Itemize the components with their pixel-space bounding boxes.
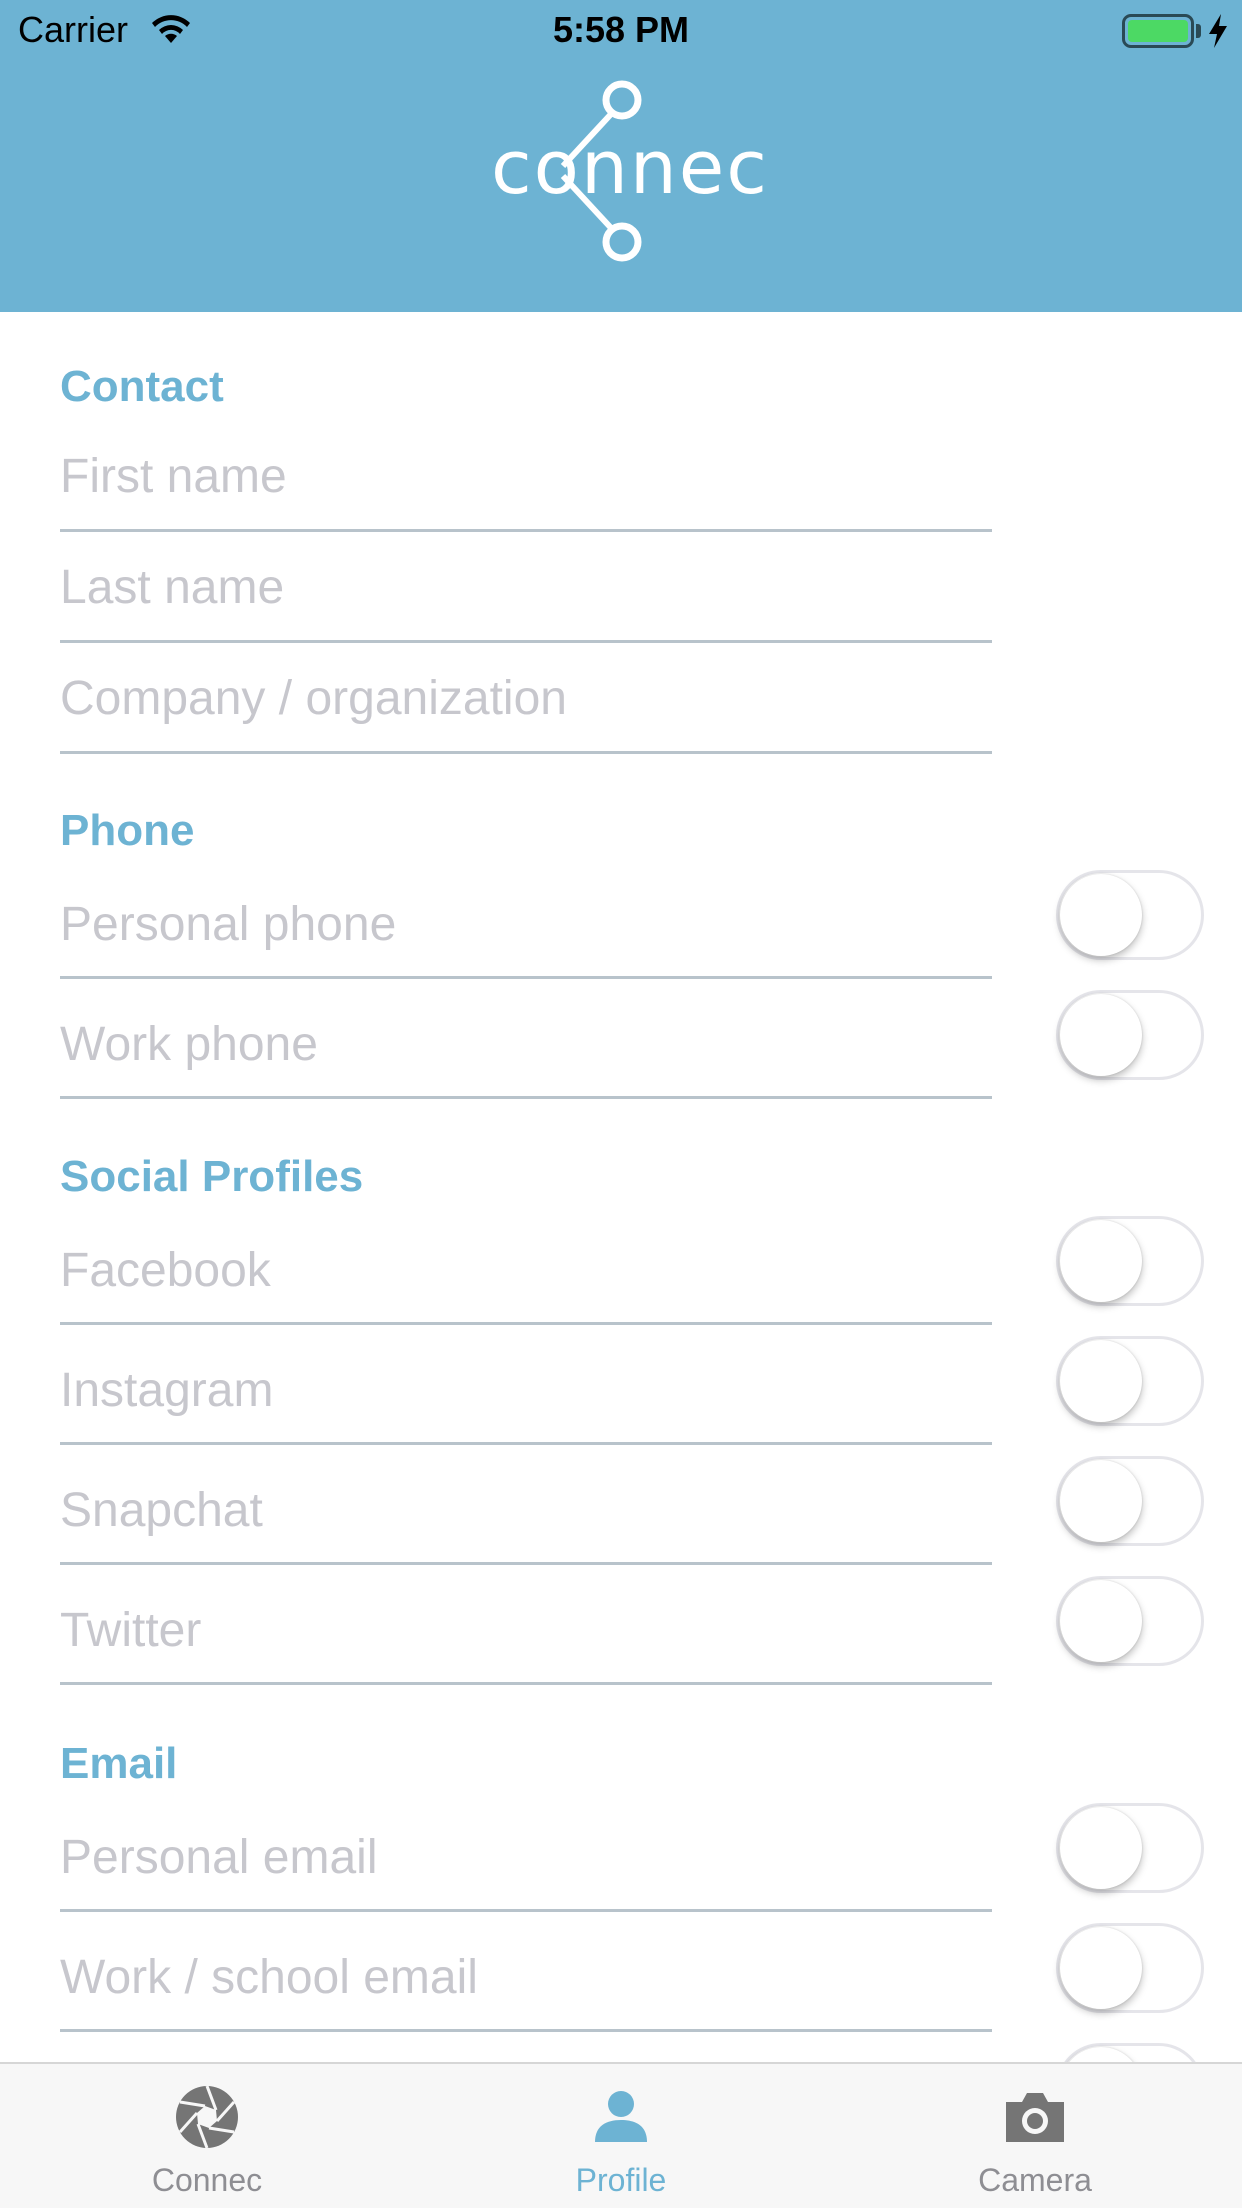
tab-label-profile: Profile [575,2162,667,2198]
field-underline [60,1442,992,1445]
field-underline [60,1096,992,1099]
app-header: Carrier 5:58 PM connec [0,0,1242,312]
tab-connec[interactable]: Connec [0,2064,414,2208]
last-name-field[interactable] [60,560,992,615]
field-underline [60,1322,992,1325]
section-title-phone: Phone [60,806,195,855]
snapchat-field[interactable] [60,1483,992,1538]
toggle-knob [1060,1220,1142,1302]
tab-camera[interactable]: Camera [828,2064,1242,2208]
personal-email-toggle[interactable] [1056,1803,1204,1893]
instagram-field[interactable] [60,1363,992,1418]
personal-phone-input[interactable] [60,897,992,952]
tab-label-connec: Connec [151,2162,263,2198]
twitter-toggle[interactable] [1056,1576,1204,1666]
toggle-knob [1060,1460,1142,1542]
personal-email-field[interactable] [60,1830,992,1885]
personal-email-input[interactable] [60,1830,992,1885]
toggle-knob [1060,874,1142,956]
toggle-knob [1060,1580,1142,1662]
work-phone-input[interactable] [60,1017,992,1072]
first-name-field[interactable] [60,449,992,504]
section-title-email: Email [60,1739,178,1788]
app-logo: connec [480,70,780,270]
profile-form: Contact Phone Social Profiles [0,312,1242,2062]
facebook-toggle[interactable] [1056,1216,1204,1306]
field-underline [60,1682,992,1685]
charging-bolt-icon [1209,14,1227,48]
twitter-input[interactable] [60,1603,992,1658]
field-underline [60,1909,992,1912]
tab-label-camera: Camera [978,2162,1092,2198]
last-name-input[interactable] [60,560,992,615]
field-underline [60,640,992,643]
camera-icon [1006,2093,1064,2142]
toggle-knob [1060,1927,1142,2009]
toggle-knob [1060,1807,1142,1889]
section-title-contact: Contact [60,362,224,411]
personal-phone-field[interactable] [60,897,992,952]
company-input[interactable] [60,671,992,726]
person-icon [595,2091,647,2142]
tab-profile[interactable]: Profile [414,2064,828,2208]
work-email-toggle[interactable] [1056,1923,1204,2013]
instagram-toggle[interactable] [1056,1336,1204,1426]
work-email-field[interactable] [60,1950,992,2005]
field-underline [60,2029,992,2032]
work-phone-field[interactable] [60,1017,992,1072]
company-field[interactable] [60,671,992,726]
instagram-input[interactable] [60,1363,992,1418]
snapchat-input[interactable] [60,1483,992,1538]
tab-bar: Connec Profile Camera [0,2062,1242,2208]
facebook-field[interactable] [60,1243,992,1298]
facebook-input[interactable] [60,1243,992,1298]
field-underline [60,529,992,532]
battery-tip [1196,24,1201,38]
personal-phone-toggle[interactable] [1056,870,1204,960]
aperture-icon [176,2085,238,2149]
next-row-toggle[interactable] [1056,2043,1204,2062]
work-phone-toggle[interactable] [1056,990,1204,1080]
section-title-social: Social Profiles [60,1152,364,1201]
field-underline [60,751,992,754]
toggle-knob [1060,1340,1142,1422]
twitter-field[interactable] [60,1603,992,1658]
field-underline [60,976,992,979]
first-name-input[interactable] [60,449,992,504]
toggle-knob [1060,2047,1142,2062]
logo-text: connec [491,125,769,211]
field-underline [60,1562,992,1565]
work-email-input[interactable] [60,1950,992,2005]
toggle-knob [1060,994,1142,1076]
snapchat-toggle[interactable] [1056,1456,1204,1546]
battery-icon [1122,14,1194,48]
status-time: 5:58 PM [552,9,690,50]
